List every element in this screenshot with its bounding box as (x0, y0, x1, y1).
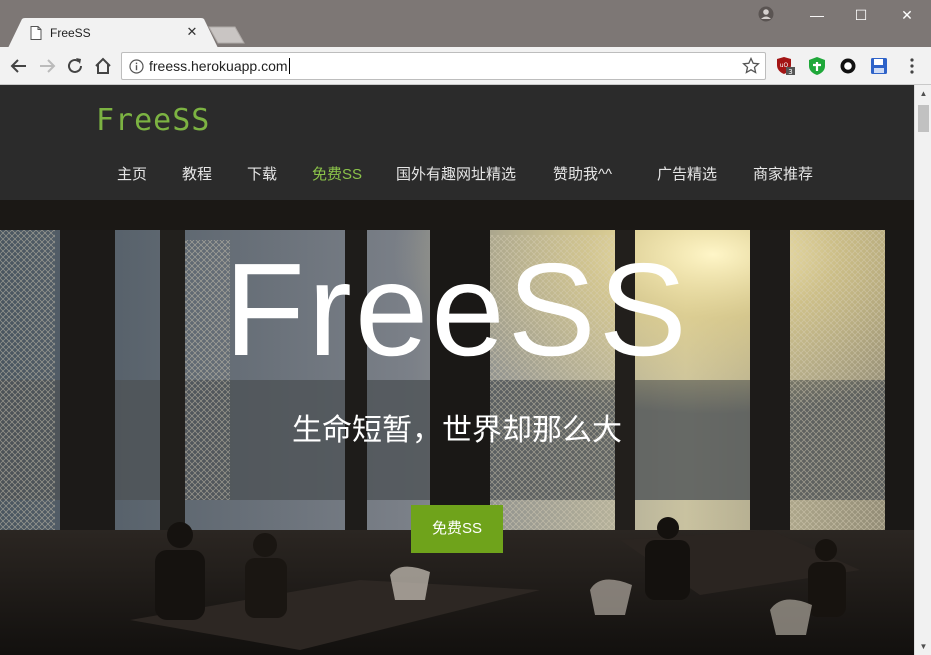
nav-item-sponsor[interactable]: 赞助我^^ (553, 163, 612, 184)
hero-section: FreeSS 生命短暂，世界却那么大 免费SS (0, 200, 914, 655)
bookmark-star-icon[interactable] (742, 57, 760, 75)
browser-toolbar: freess.herokuapp.com uO 3 (0, 47, 931, 85)
scroll-down-arrow-icon[interactable]: ▼ (915, 638, 931, 655)
extension-badge: 3 (788, 68, 792, 76)
ring-extension-icon[interactable] (838, 56, 858, 76)
nav-item-merchants[interactable]: 商家推荐 (753, 163, 813, 184)
close-window-button[interactable]: ✕ (892, 4, 922, 26)
site-logo[interactable]: FreeSS (96, 103, 210, 138)
minimize-button[interactable]: — (802, 4, 832, 26)
back-icon[interactable] (8, 55, 30, 77)
nav-item-free-ss[interactable]: 免费SS (312, 163, 362, 184)
tab-title: FreeSS (50, 26, 91, 40)
hero-title: FreeSS (224, 236, 690, 383)
hero-subtitle: 生命短暂，世界却那么大 (292, 413, 622, 448)
profile-icon[interactable] (758, 6, 774, 22)
ublock-extension-icon[interactable]: uO 3 (776, 56, 796, 76)
url-text[interactable]: freess.herokuapp.com (149, 58, 290, 74)
shield-extension-icon[interactable] (807, 56, 827, 76)
reload-icon[interactable] (64, 55, 86, 77)
nav-item-ads[interactable]: 广告精选 (657, 163, 717, 184)
new-tab-button[interactable] (208, 26, 246, 44)
scroll-up-arrow-icon[interactable]: ▲ (915, 85, 931, 102)
page-icon (30, 26, 42, 40)
maximize-button[interactable]: ☐ (846, 4, 876, 26)
info-icon[interactable] (129, 59, 144, 74)
nav-item-download[interactable]: 下载 (247, 163, 277, 184)
scrollbar-thumb[interactable] (918, 105, 929, 132)
save-extension-icon[interactable] (869, 56, 889, 76)
tab-close-icon[interactable]: ✕ (185, 25, 199, 39)
address-bar[interactable]: freess.herokuapp.com (121, 52, 766, 80)
browser-tab[interactable]: FreeSS ✕ (8, 18, 218, 48)
page-scrollbar[interactable]: ▲ ▼ (914, 85, 931, 655)
nav-item-home[interactable]: 主页 (117, 163, 147, 184)
nav-item-tutorial[interactable]: 教程 (182, 163, 212, 184)
free-ss-button[interactable]: 免费SS (411, 505, 503, 553)
browser-menu-icon[interactable] (904, 57, 920, 75)
page-viewport: FreeSS 主页 教程 下载 免费SS 国外有趣网址精选 赞助我^^ 广告精选… (0, 85, 914, 655)
home-icon[interactable] (92, 55, 114, 77)
forward-icon[interactable] (36, 55, 58, 77)
site-header: FreeSS 主页 教程 下载 免费SS 国外有趣网址精选 赞助我^^ 广告精选… (0, 85, 914, 200)
browser-titlebar: FreeSS ✕ — ☐ ✕ (0, 0, 931, 48)
nav-item-sites[interactable]: 国外有趣网址精选 (396, 163, 516, 184)
